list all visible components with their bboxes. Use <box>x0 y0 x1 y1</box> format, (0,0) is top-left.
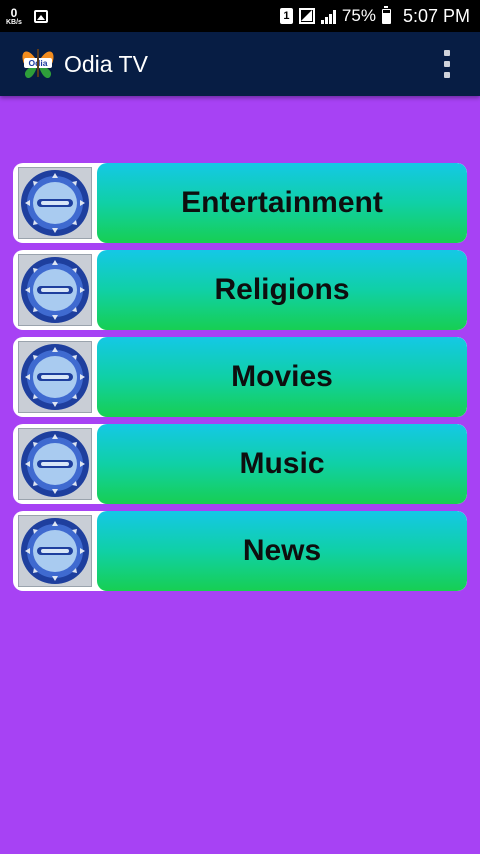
category-list: Entertainment Religions Movies Music New… <box>13 163 467 598</box>
sim-slot-icon: 1 <box>279 8 293 24</box>
category-button-entertainment[interactable]: Entertainment <box>97 163 467 243</box>
overflow-menu-icon[interactable] <box>442 50 452 78</box>
app-title: Odia TV <box>64 51 148 77</box>
category-item-religions[interactable]: Religions <box>13 250 467 330</box>
tv-channel-icon[interactable] <box>18 515 92 587</box>
app-logo-icon: Odia <box>20 45 56 81</box>
sim-signal-icon <box>298 8 315 24</box>
status-bar-right: 1 75% 5:07 PM <box>279 0 470 32</box>
tv-channel-icon[interactable] <box>18 341 92 413</box>
battery-icon <box>381 5 391 24</box>
status-bar: 0 KB/s 1 75% 5:07 PM <box>0 0 480 32</box>
tv-channel-icon[interactable] <box>18 254 92 326</box>
network-speed-indicator: 0 KB/s <box>6 7 22 26</box>
category-button-religions[interactable]: Religions <box>97 250 467 330</box>
category-item-movies[interactable]: Movies <box>13 337 467 417</box>
category-button-news[interactable]: News <box>97 511 467 591</box>
battery-percent: 75% <box>341 6 376 25</box>
status-time: 5:07 PM <box>402 5 470 26</box>
category-item-music[interactable]: Music <box>13 424 467 504</box>
category-button-music[interactable]: Music <box>97 424 467 504</box>
network-speed-value: 0 <box>10 5 18 20</box>
network-speed-unit: KB/s <box>6 18 22 26</box>
category-item-news[interactable]: News <box>13 511 467 591</box>
gallery-notification-icon <box>33 9 48 23</box>
tv-channel-icon[interactable] <box>18 167 92 239</box>
status-bar-left: 0 KB/s <box>6 2 48 30</box>
app-bar: Odia Odia TV <box>0 32 480 96</box>
cellular-signal-icon <box>320 8 336 24</box>
category-button-movies[interactable]: Movies <box>97 337 467 417</box>
tv-channel-icon[interactable] <box>18 428 92 500</box>
category-item-entertainment[interactable]: Entertainment <box>13 163 467 243</box>
